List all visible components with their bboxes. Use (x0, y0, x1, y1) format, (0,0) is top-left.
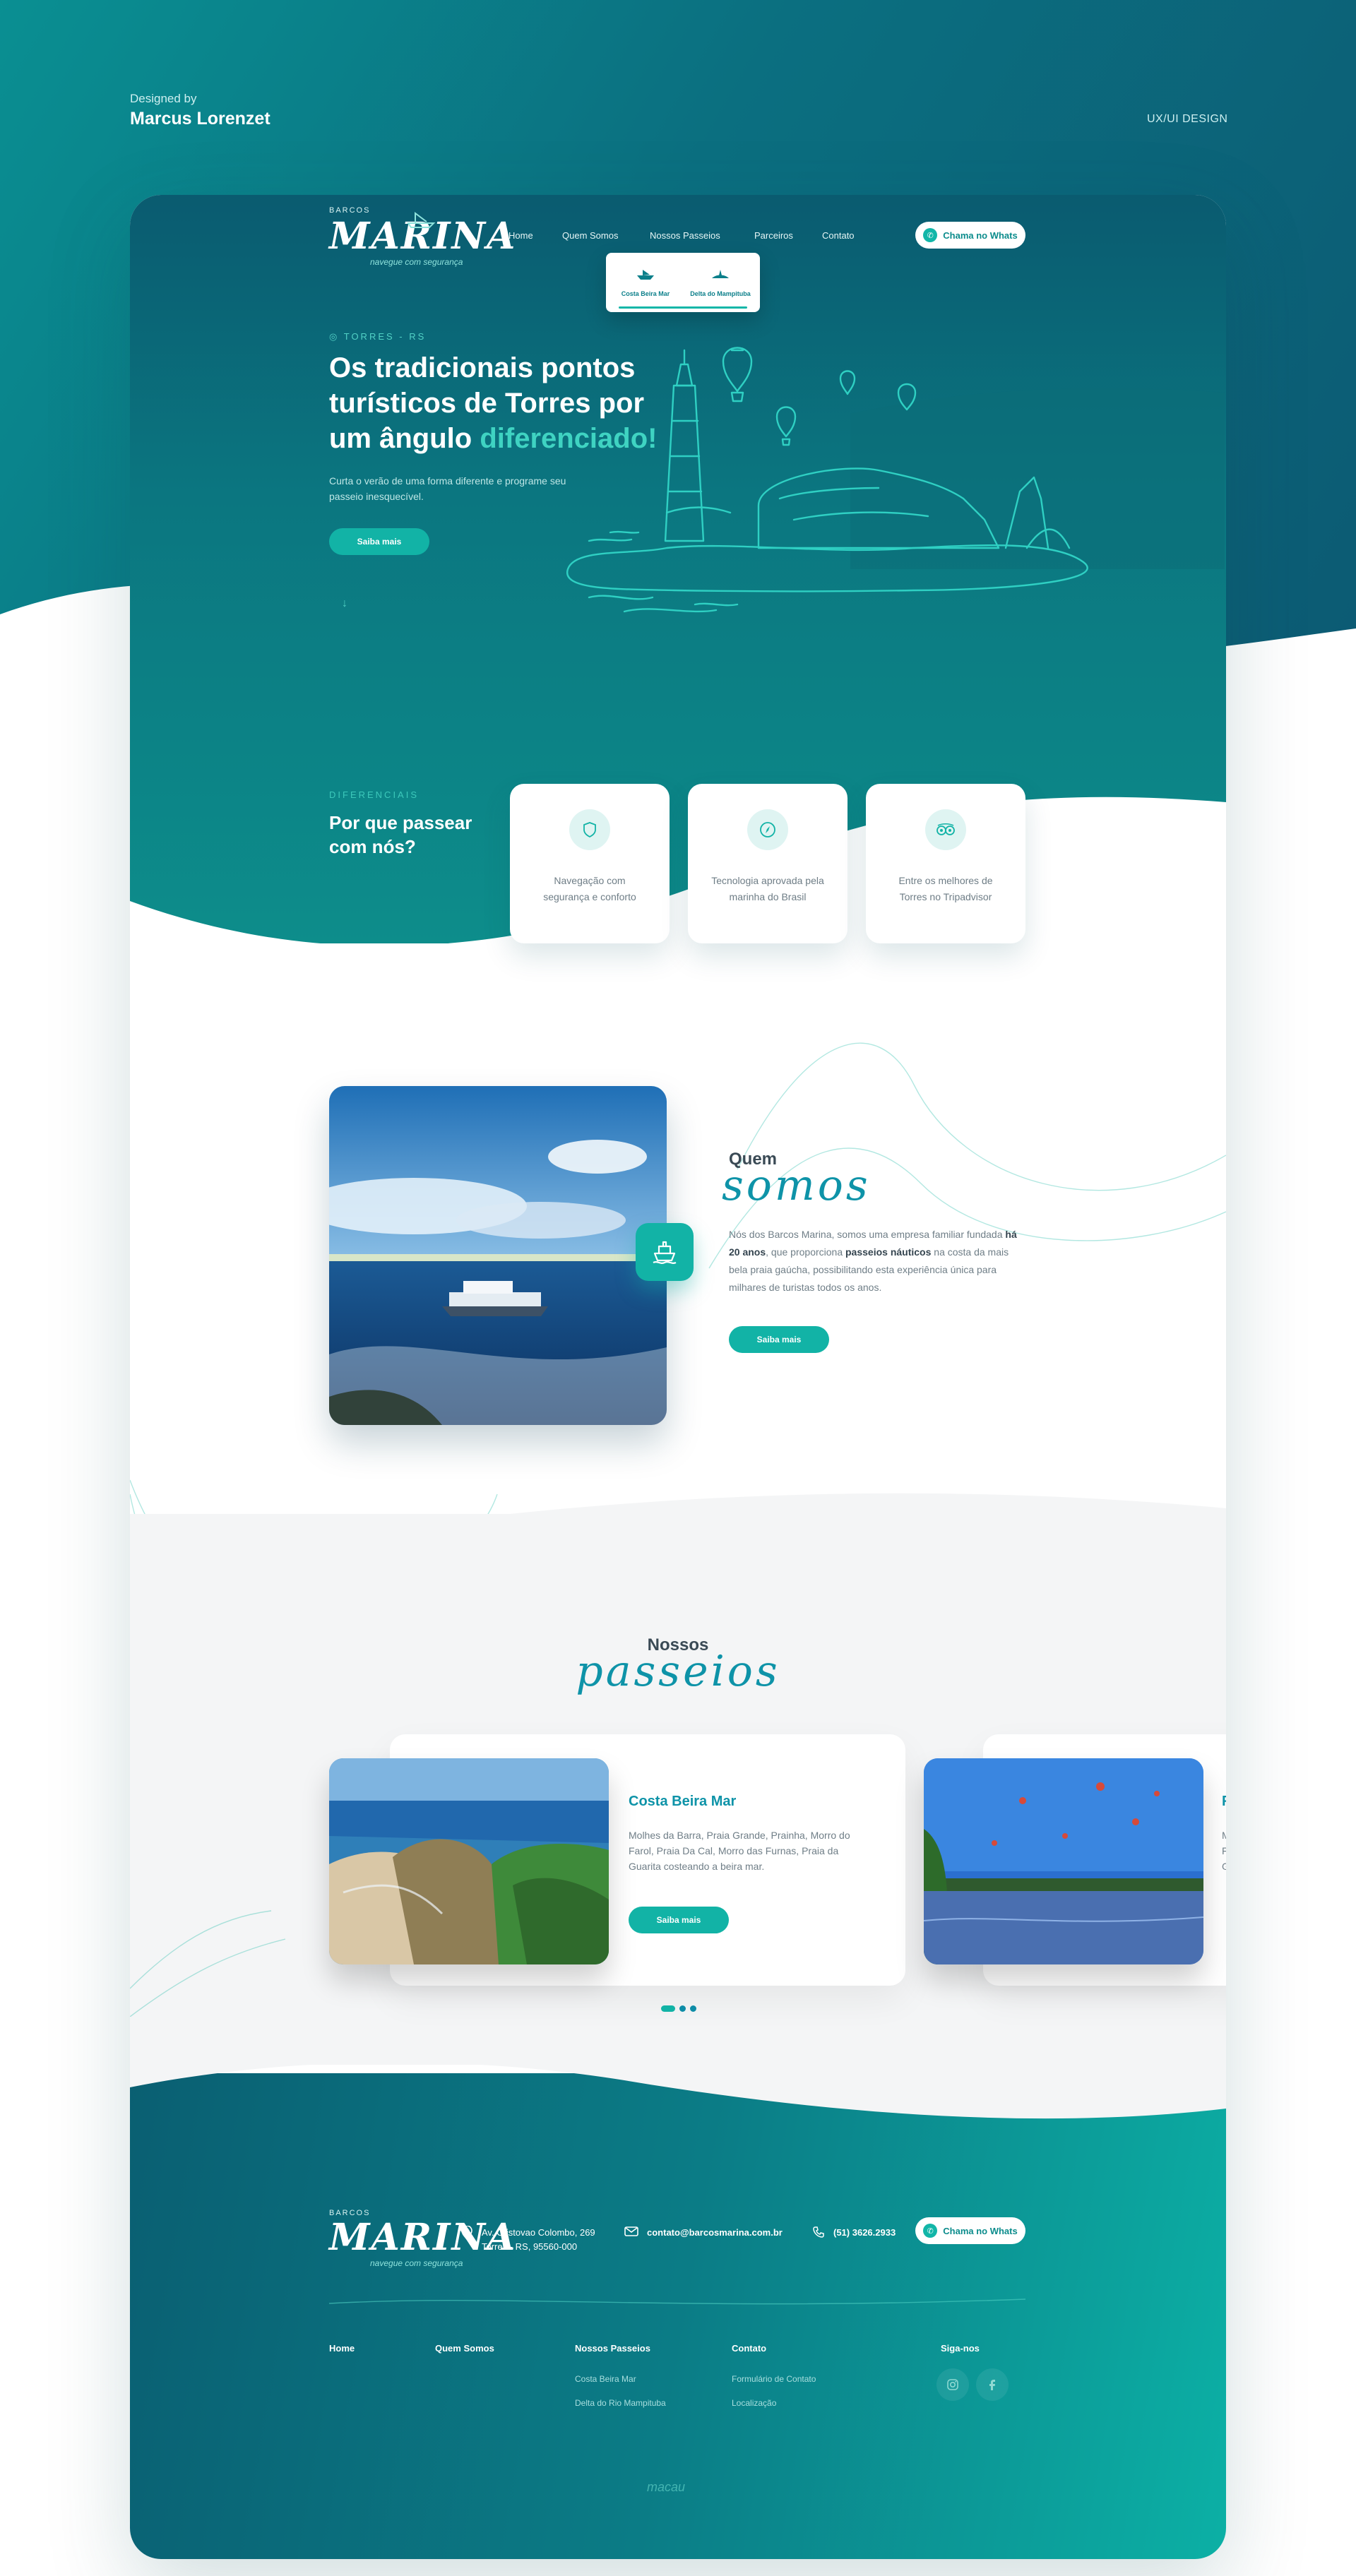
whatsapp-icon: ✆ (923, 228, 938, 242)
diferenciais-title: Por que passear com nós? (329, 812, 472, 857)
location-pin-icon (461, 2226, 472, 2240)
carousel-dot-active[interactable] (661, 2005, 675, 2012)
tour-name-partial: F (1222, 1794, 1226, 1810)
boat-logo-icon (407, 212, 436, 228)
hero-title: Os tradicionais pontos turísticos de Tor… (329, 350, 668, 456)
passeios-dropdown: Costa Beira Mar Delta do Mampituba (606, 253, 760, 312)
footer-whatsapp-button[interactable]: ✆ Chama no Whats (915, 2217, 1025, 2244)
tripadvisor-icon (925, 809, 966, 850)
dropdown-item-label: Costa Beira Mar (621, 290, 670, 297)
dropdown-item-delta[interactable]: Delta do Mampituba (685, 268, 756, 297)
scroll-down-icon[interactable]: ↓ (342, 597, 347, 610)
tour-description: Molhes da Barra, Praia Grande, Prainha, … (629, 1830, 850, 1872)
email-text: contato@barcosmarina.com.br (647, 2227, 783, 2238)
about-text-part: Nós dos Barcos Marina, somos uma empresa… (729, 1229, 1006, 1240)
passeios-title-script: passeios (576, 1647, 780, 1696)
tour-description-partial-line: F (1222, 1845, 1226, 1856)
nav-nossos-passeios[interactable]: Nossos Passeios (650, 230, 720, 241)
feature-card-tecnologia: Tecnologia aprovada pela marinha do Bras… (688, 784, 848, 943)
dropdown-item-costa[interactable]: Costa Beira Mar (610, 268, 681, 297)
about-photo (329, 1086, 667, 1425)
nav-contato[interactable]: Contato (822, 230, 855, 241)
location-eyebrow: ◎ TORRES - RS (329, 331, 426, 342)
phone-text: (51) 3626.2933 (833, 2227, 896, 2238)
hero-title-line: turísticos de Torres por (329, 388, 645, 419)
dropdown-item-label: Delta do Mampituba (690, 290, 751, 297)
about-text: Nós dos Barcos Marina, somos uma empresa… (729, 1226, 1025, 1296)
island-icon (712, 270, 729, 278)
whatsapp-button-label: Chama no Whats (943, 229, 1018, 241)
diferenciais-eyebrow: DIFERENCIAIS (329, 789, 420, 800)
feature-text: Tecnologia aprovada pela marinha do Bras… (711, 875, 824, 902)
tour-description-partial: M F G (1222, 1827, 1226, 1874)
mail-icon (624, 2226, 638, 2236)
feature-card-tripadvisor: Entre os melhores de Torres no Tripadvis… (866, 784, 1025, 943)
location-pin-icon: ◎ (329, 331, 344, 342)
feature-text: Navegação com segurança e conforto (543, 875, 636, 902)
logo-tagline: navegue com segurança (370, 257, 463, 267)
about-text-part: , que proporciona (766, 1246, 845, 1258)
phone-icon (813, 2226, 824, 2238)
designer-name: Marcus Lorenzet (130, 109, 270, 129)
about-text-bold: passeios náuticos (845, 1246, 932, 1258)
whatsapp-icon: ✆ (923, 2224, 938, 2238)
hero-wave (130, 797, 1226, 979)
footer-link-home[interactable]: Home (329, 2343, 355, 2354)
footer-heading-passeios[interactable]: Nossos Passeios (575, 2343, 650, 2354)
footer-email[interactable]: contato@barcosmarina.com.br (624, 2226, 783, 2240)
footer-heading-siga: Siga-nos (941, 2343, 980, 2354)
footer-link-quem-somos[interactable]: Quem Somos (435, 2343, 494, 2354)
boat-badge-icon (636, 1223, 694, 1281)
dropdown-accent-bar (619, 306, 747, 309)
agency-credit: macau (647, 2480, 686, 2494)
tour-image-costa (329, 1758, 609, 1964)
address-line: Av. Cristovao Colombo, 269 (482, 2227, 595, 2238)
whatsapp-button-label: Chama no Whats (943, 2225, 1018, 2236)
footer-divider (329, 2298, 1025, 2305)
carousel-pagination (661, 2005, 696, 2012)
footer-link-localizacao[interactable]: Localização (732, 2398, 776, 2408)
location-text: TORRES - RS (343, 331, 427, 342)
designed-by-label: Designed by (130, 92, 197, 105)
footer-phone[interactable]: (51) 3626.2933 (812, 2226, 896, 2240)
about-saiba-mais-button[interactable]: Saiba mais (729, 1326, 829, 1353)
feature-text: Entre os melhores de Torres no Tripadvis… (898, 875, 993, 902)
shield-icon (569, 809, 610, 850)
hero-saiba-mais-button[interactable]: Saiba mais (329, 528, 429, 555)
nav-parceiros[interactable]: Parceiros (754, 230, 793, 241)
website-mockup: BARCOS MARINA navegue com segurança Home… (130, 195, 1226, 2559)
tour-description-partial-line: G (1222, 1861, 1226, 1872)
about-title-script: somos (722, 1161, 871, 1210)
tour-description-partial-line: M (1222, 1830, 1226, 1841)
feature-card-seguranca: Navegação com segurança e conforto (510, 784, 670, 943)
footer-wave (130, 2031, 1226, 2119)
hero-title-highlight: diferenciado! (480, 423, 658, 454)
compass-icon (747, 809, 788, 850)
footer-logo-tagline: navegue com segurança (370, 2258, 463, 2268)
hero-title-text: um ângulo (329, 423, 480, 454)
hero-title-line: Os tradicionais pontos (329, 352, 636, 383)
logo-small-text: BARCOS (329, 206, 371, 215)
footer-address: Av. Cristovao Colombo, 269 Torres - RS, 9… (460, 2226, 595, 2254)
tour-image-next (924, 1758, 1203, 1964)
whatsapp-button[interactable]: ✆ Chama no Whats (915, 222, 1025, 249)
tour-name: Costa Beira Mar (629, 1794, 737, 1809)
nav-quem-somos[interactable]: Quem Somos (562, 230, 618, 241)
category-label: UX/UI DESIGN (1147, 113, 1228, 125)
boat-icon (637, 270, 654, 280)
footer-link-costa[interactable]: Costa Beira Mar (575, 2374, 636, 2384)
footer-heading-contato[interactable]: Contato (732, 2343, 766, 2354)
nav-home[interactable]: Home (509, 230, 533, 241)
facebook-icon[interactable] (976, 2368, 1009, 2401)
instagram-icon[interactable] (936, 2368, 969, 2401)
carousel-dot[interactable] (679, 2005, 686, 2012)
hero-subtitle: Curta o verão de uma forma diferente e p… (329, 475, 566, 502)
address-line: Torres - RS, 95560-000 (482, 2241, 578, 2252)
hero-title-line: um ângulo diferenciado! (329, 421, 668, 456)
footer-link-delta[interactable]: Delta do Rio Mampituba (575, 2398, 666, 2408)
footer-link-formulario[interactable]: Formulário de Contato (732, 2374, 816, 2384)
decorative-curves (130, 1910, 285, 2017)
carousel-dot[interactable] (690, 2005, 696, 2012)
tour-saiba-mais-button[interactable]: Saiba mais (629, 1907, 729, 1933)
